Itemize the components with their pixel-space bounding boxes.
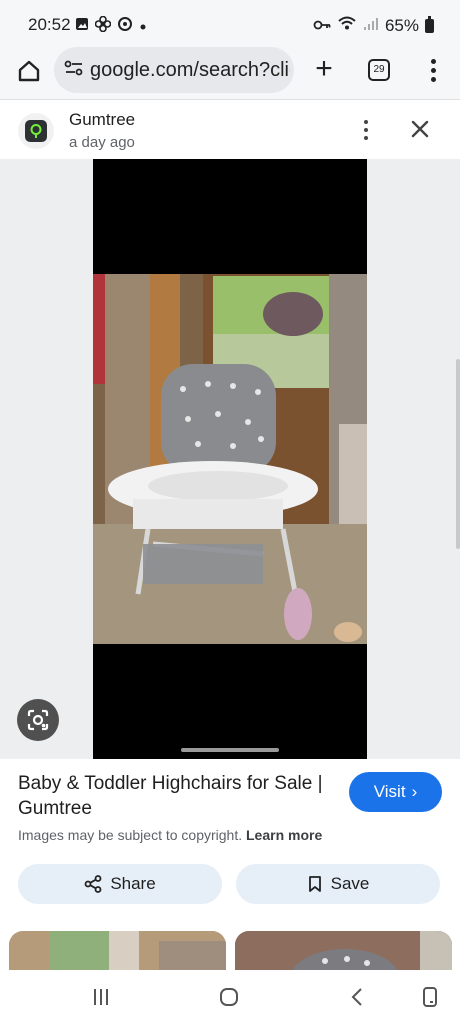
- share-label: Share: [110, 874, 156, 893]
- gallery-icon: [75, 17, 89, 34]
- menu-dot-icon: [430, 76, 436, 82]
- lens-button[interactable]: [17, 699, 59, 741]
- status-bar: 20:52 65%: [0, 0, 460, 50]
- close-button[interactable]: [405, 114, 435, 144]
- screenshot-icon: [423, 987, 437, 1007]
- notification-dot-icon: [139, 18, 147, 34]
- more-dot-icon: [364, 128, 368, 132]
- system-nav-bar: [0, 970, 460, 1024]
- more-dot-icon: [364, 120, 368, 124]
- source-header: Gumtree a day ago: [0, 101, 460, 159]
- new-tab-button[interactable]: +: [308, 52, 340, 88]
- site-name[interactable]: Gumtree: [69, 110, 135, 130]
- url-text: google.com/search?clie: [90, 58, 290, 81]
- key-icon: [313, 16, 331, 36]
- browser-menu-button[interactable]: [420, 54, 446, 86]
- more-dot-icon: [364, 136, 368, 140]
- battery-percent: 65%: [384, 15, 419, 35]
- lens-icon: [27, 709, 49, 731]
- fan-icon: [94, 15, 112, 35]
- home-nav-button[interactable]: [214, 984, 244, 1010]
- recent-apps-button[interactable]: [86, 984, 116, 1010]
- home-nav-icon: [220, 988, 238, 1006]
- browser-toolbar: google.com/search?clie + 29: [0, 44, 460, 100]
- back-button[interactable]: [343, 984, 373, 1010]
- address-bar[interactable]: google.com/search?clie: [54, 47, 294, 93]
- image-scrubber[interactable]: [181, 748, 279, 752]
- menu-dot-icon: [430, 58, 436, 64]
- posted-time: a day ago: [69, 134, 135, 151]
- chevron-right-icon: ›: [411, 782, 418, 801]
- status-time: 20:52: [28, 15, 71, 34]
- screenshot-button[interactable]: [415, 984, 445, 1010]
- share-icon: [84, 875, 102, 893]
- site-settings-icon[interactable]: [64, 59, 84, 82]
- save-button[interactable]: Save: [236, 864, 440, 904]
- result-info: Baby & Toddler Highchairs for Sale | Gum…: [0, 759, 460, 999]
- menu-dot-icon: [430, 67, 436, 73]
- status-right: 65%: [313, 15, 434, 36]
- tab-switcher-button[interactable]: 29: [368, 59, 390, 81]
- highchair-photo: [93, 274, 367, 644]
- more-options-button[interactable]: [356, 115, 376, 145]
- home-button[interactable]: [14, 56, 44, 86]
- save-label: Save: [330, 874, 370, 893]
- close-icon: [411, 120, 429, 138]
- result-title[interactable]: Baby & Toddler Highchairs for Sale | Gum…: [18, 771, 340, 821]
- learn-more-link[interactable]: Learn more: [246, 827, 322, 843]
- visit-label: Visit: [373, 782, 406, 801]
- preview-image[interactable]: [93, 159, 367, 759]
- visit-button[interactable]: Visit ›: [349, 772, 442, 812]
- copyright-text: Images may be subject to copyright.: [18, 827, 243, 843]
- status-left-icons: [75, 15, 147, 35]
- signal-icon: [363, 16, 379, 36]
- back-icon: [351, 988, 362, 1006]
- recent-apps-icon: [94, 989, 108, 1005]
- scroll-indicator: [456, 359, 460, 549]
- sync-icon: [117, 16, 133, 35]
- gumtree-logo[interactable]: [18, 113, 54, 149]
- battery-icon: [425, 15, 434, 33]
- wifi-icon: [337, 15, 357, 36]
- share-button[interactable]: Share: [18, 864, 222, 904]
- copyright-note: Images may be subject to copyright. Lear…: [18, 827, 322, 843]
- image-viewer: [0, 159, 460, 759]
- bookmark-icon: [308, 876, 321, 892]
- home-icon: [18, 60, 40, 82]
